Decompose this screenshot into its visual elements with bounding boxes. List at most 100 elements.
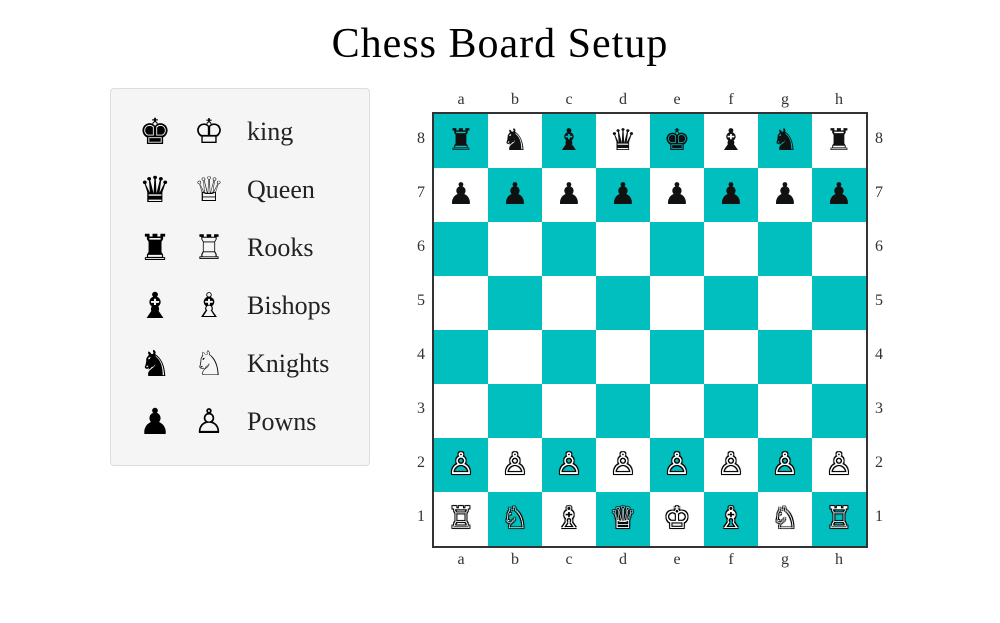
- board-cell: ♔: [650, 492, 704, 546]
- board-cell: [596, 276, 650, 330]
- chess-piece-icon: ♙: [664, 450, 691, 480]
- file-label: g: [758, 88, 812, 112]
- board-cell: [812, 384, 866, 438]
- board-cell: [488, 276, 542, 330]
- board-cell: ♟: [542, 168, 596, 222]
- board-cell: ♗: [704, 492, 758, 546]
- black-piece-icon: ♟: [133, 401, 177, 443]
- chess-piece-icon: ♖: [448, 504, 475, 534]
- board-cell: ♝: [704, 114, 758, 168]
- rank-label: 2: [410, 436, 432, 490]
- board-cell: ♝: [542, 114, 596, 168]
- file-label: f: [704, 548, 758, 572]
- board-cell: ♙: [704, 438, 758, 492]
- file-label: g: [758, 548, 812, 572]
- black-piece-icon: ♛: [133, 169, 177, 211]
- board-cell: [704, 384, 758, 438]
- chess-piece-icon: ♞: [502, 126, 529, 156]
- file-label: c: [542, 548, 596, 572]
- board-cell: [704, 330, 758, 384]
- board-cell: [650, 384, 704, 438]
- file-label: d: [596, 88, 650, 112]
- black-piece-icon: ♚: [133, 111, 177, 153]
- board-cell: [596, 384, 650, 438]
- chess-piece-icon: ♜: [448, 126, 475, 156]
- outline-piece-icon: ♔: [187, 112, 231, 152]
- chess-piece-icon: ♙: [772, 450, 799, 480]
- outline-piece-icon: ♘: [187, 344, 231, 384]
- file-label: a: [434, 88, 488, 112]
- file-label: d: [596, 548, 650, 572]
- board-cell: [542, 276, 596, 330]
- rank-label: 6: [868, 220, 890, 274]
- board-cell: ♞: [488, 114, 542, 168]
- board-cell: ♟: [434, 168, 488, 222]
- board-cell: ♘: [488, 492, 542, 546]
- rank-label: 4: [868, 328, 890, 382]
- chess-piece-icon: ♘: [772, 504, 799, 534]
- board-cell: [434, 222, 488, 276]
- board-cell: [434, 276, 488, 330]
- board-cell: ♖: [812, 492, 866, 546]
- chess-piece-icon: ♙: [826, 450, 853, 480]
- page-title: Chess Board Setup: [332, 20, 669, 68]
- board-cell: [758, 330, 812, 384]
- board-cell: [434, 330, 488, 384]
- chess-piece-icon: ♟: [610, 180, 637, 210]
- chess-piece-icon: ♟: [664, 180, 691, 210]
- rank-label: 3: [868, 382, 890, 436]
- board-cell: ♗: [542, 492, 596, 546]
- chess-piece-icon: ♘: [502, 504, 529, 534]
- chess-piece-icon: ♙: [718, 450, 745, 480]
- board-cell: ♙: [758, 438, 812, 492]
- board-cell: ♙: [596, 438, 650, 492]
- board-cell: [650, 330, 704, 384]
- rank-label: 2: [868, 436, 890, 490]
- outline-piece-icon: ♕: [187, 170, 231, 210]
- legend-label: Bishops: [247, 291, 331, 321]
- legend-item: ♚♔king: [133, 107, 347, 157]
- board-cell: [704, 276, 758, 330]
- chess-piece-icon: ♙: [502, 450, 529, 480]
- chess-board-container: abcdefgh 87654321 ♜♞♝♛♚♝♞♜♟♟♟♟♟♟♟♟♙♙♙♙♙♙…: [410, 88, 890, 572]
- chess-piece-icon: ♛: [610, 126, 637, 156]
- board-cell: ♞: [758, 114, 812, 168]
- legend-item: ♜♖Rooks: [133, 223, 347, 273]
- board-cell: ♜: [434, 114, 488, 168]
- black-piece-icon: ♝: [133, 285, 177, 327]
- legend-box: ♚♔king♛♕Queen♜♖Rooks♝♗Bishops♞♘Knights♟♙…: [110, 88, 370, 466]
- chess-piece-icon: ♗: [556, 504, 583, 534]
- chess-piece-icon: ♜: [826, 126, 853, 156]
- board-row-wrapper: 87654321 ♜♞♝♛♚♝♞♜♟♟♟♟♟♟♟♟♙♙♙♙♙♙♙♙♖♘♗♕♔♗♘…: [410, 112, 890, 548]
- rank-label: 6: [410, 220, 432, 274]
- rank-label: 8: [410, 112, 432, 166]
- rank-label: 3: [410, 382, 432, 436]
- black-piece-icon: ♜: [133, 227, 177, 269]
- main-content: ♚♔king♛♕Queen♜♖Rooks♝♗Bishops♞♘Knights♟♙…: [110, 88, 890, 572]
- outline-piece-icon: ♗: [187, 286, 231, 326]
- board-cell: [488, 384, 542, 438]
- file-label: e: [650, 548, 704, 572]
- board-cell: [758, 222, 812, 276]
- file-label: b: [488, 88, 542, 112]
- board-cell: ♟: [650, 168, 704, 222]
- file-label: b: [488, 548, 542, 572]
- board-cell: [488, 222, 542, 276]
- rank-label: 7: [868, 166, 890, 220]
- chess-piece-icon: ♝: [556, 126, 583, 156]
- chess-piece-icon: ♖: [826, 504, 853, 534]
- board-cell: [812, 330, 866, 384]
- chess-piece-icon: ♙: [556, 450, 583, 480]
- legend-item: ♝♗ Bishops: [133, 281, 347, 331]
- file-label: c: [542, 88, 596, 112]
- board-cell: [650, 222, 704, 276]
- board-cell: ♕: [596, 492, 650, 546]
- chess-piece-icon: ♔: [664, 504, 691, 534]
- board-cell: ♟: [596, 168, 650, 222]
- legend-label: Queen: [247, 175, 315, 205]
- chess-piece-icon: ♙: [610, 450, 637, 480]
- board-cell: [542, 222, 596, 276]
- file-label: h: [812, 88, 866, 112]
- chess-piece-icon: ♙: [448, 450, 475, 480]
- board-cell: [596, 222, 650, 276]
